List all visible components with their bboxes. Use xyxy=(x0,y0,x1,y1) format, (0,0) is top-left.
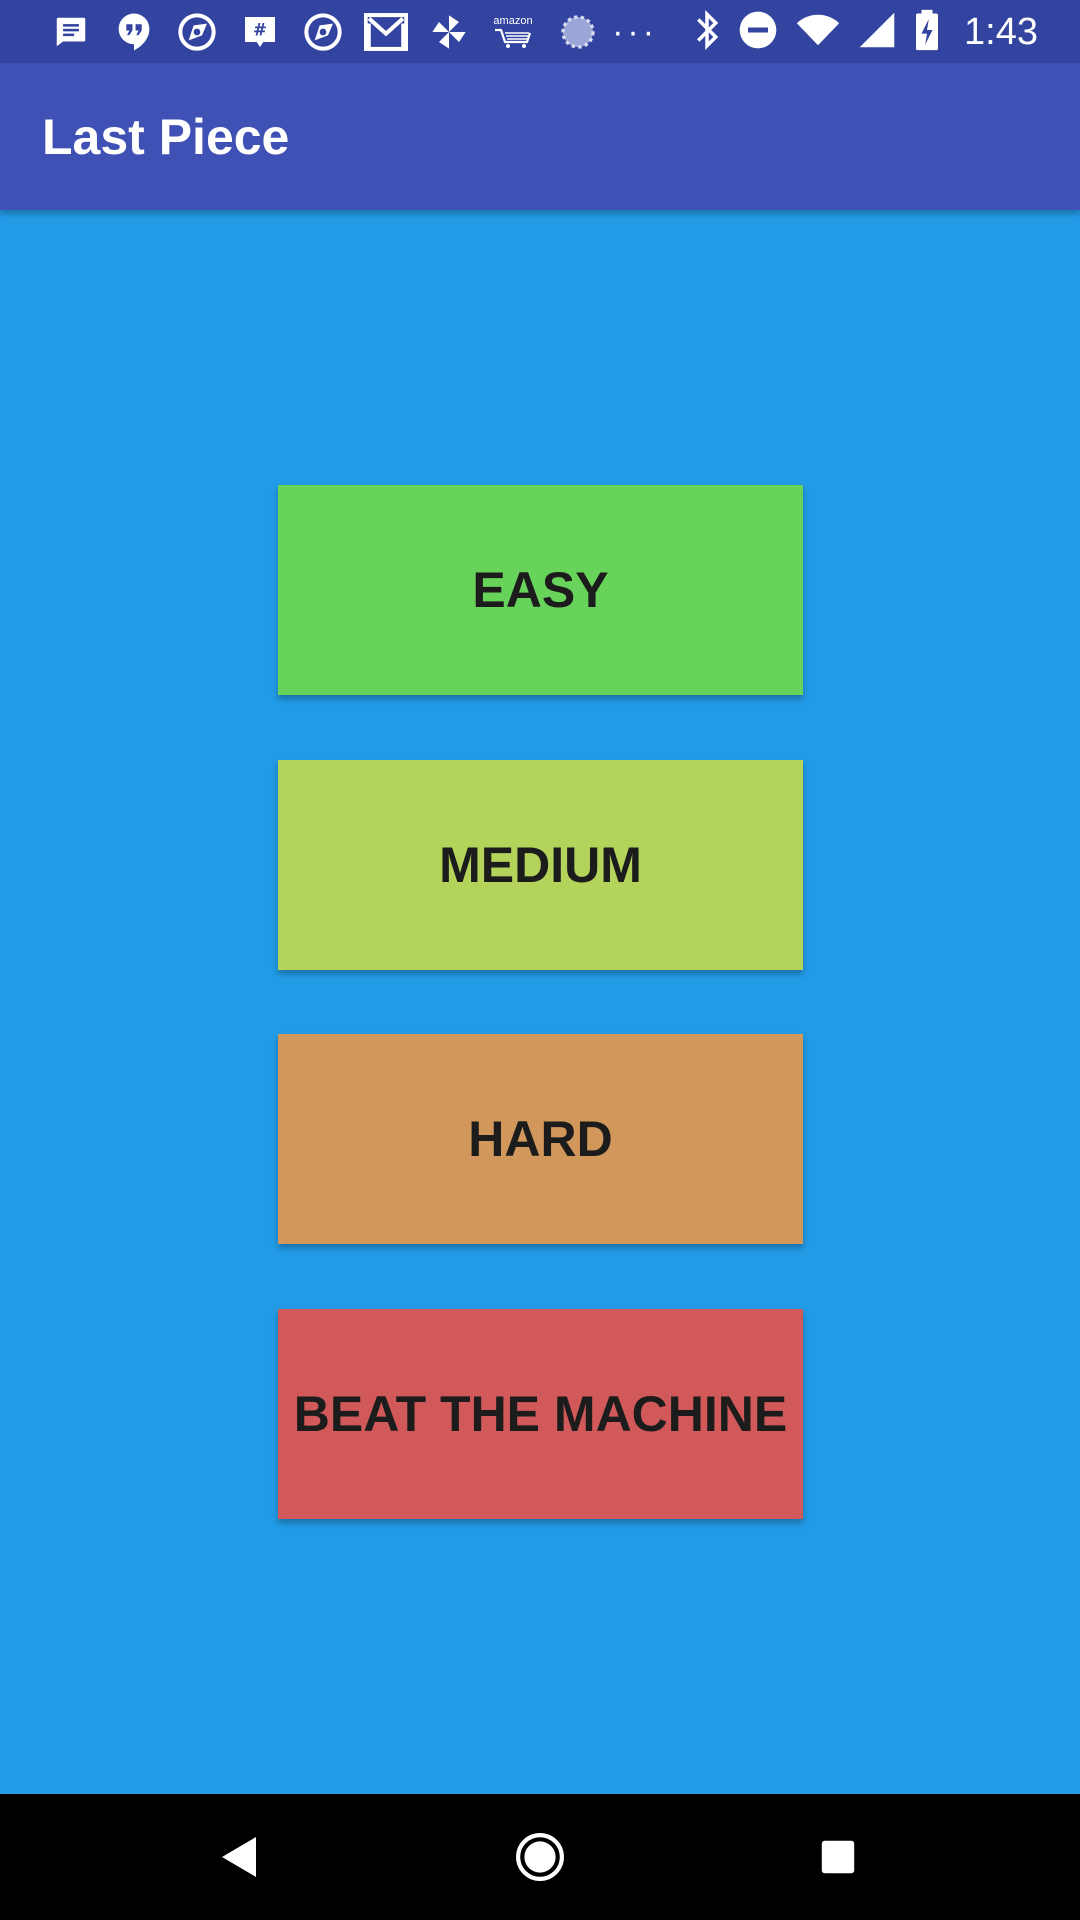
app-icon xyxy=(300,10,345,55)
back-icon xyxy=(222,1837,256,1877)
medium-button-label: MEDIUM xyxy=(439,837,642,893)
cell-signal-icon xyxy=(858,11,896,54)
hard-button-label: HARD xyxy=(468,1111,613,1167)
amazon-label: amazon xyxy=(493,15,533,27)
battery-charging-icon xyxy=(914,8,940,57)
amazon-icon: amazon xyxy=(489,10,537,55)
medium-button[interactable]: MEDIUM xyxy=(278,760,803,970)
do-not-disturb-icon xyxy=(738,10,778,55)
hangouts-icon xyxy=(111,10,156,55)
clock: 1:43 xyxy=(964,10,1038,53)
bluetooth-icon xyxy=(694,9,720,56)
easy-button[interactable]: EASY xyxy=(278,485,803,695)
app-bar: Last Piece xyxy=(0,63,1080,210)
back-button[interactable] xyxy=(180,1794,300,1920)
beat-the-machine-button-label: BEAT THE MACHINE xyxy=(293,1386,788,1442)
messages-icon xyxy=(48,10,93,55)
navigation-bar xyxy=(0,1794,1080,1920)
home-button[interactable] xyxy=(480,1794,600,1920)
pinwheel-icon xyxy=(426,10,471,55)
slack-icon: # xyxy=(237,10,282,55)
more-notifications-indicator: ··· xyxy=(612,13,659,51)
loading-icon xyxy=(555,10,600,55)
status-bar: # amazon ··· 1:43 xyxy=(0,0,1080,63)
app-icon xyxy=(174,10,219,55)
beat-the-machine-button[interactable]: BEAT THE MACHINE xyxy=(278,1309,803,1519)
main-content: EASY MEDIUM HARD BEAT THE MACHINE xyxy=(0,210,1080,1794)
easy-button-label: EASY xyxy=(472,562,609,618)
system-icons: ··· 1:43 xyxy=(612,8,1038,56)
hard-button[interactable]: HARD xyxy=(278,1034,803,1244)
gmail-icon xyxy=(363,10,408,55)
recents-icon xyxy=(821,1840,855,1874)
recents-button[interactable] xyxy=(778,1794,898,1920)
app-title: Last Piece xyxy=(42,109,290,165)
notification-icons: # amazon xyxy=(48,10,600,54)
home-icon xyxy=(516,1833,564,1881)
wifi-icon xyxy=(796,12,840,53)
svg-text:#: # xyxy=(253,20,267,39)
